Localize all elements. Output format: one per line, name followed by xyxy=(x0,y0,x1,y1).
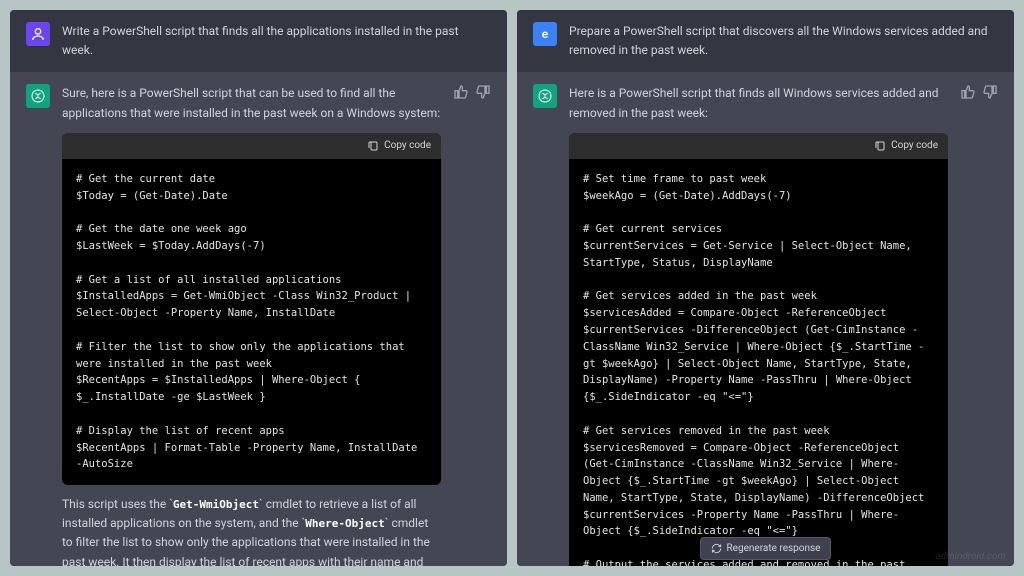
copy-code-label: Copy code xyxy=(891,138,938,154)
assistant-body: Sure, here is a PowerShell script that c… xyxy=(62,84,441,566)
copy-code-button[interactable]: Copy code xyxy=(62,133,441,159)
code-block: Copy code # Get the current date $Today … xyxy=(62,133,441,485)
avatar-letter: e xyxy=(542,27,548,41)
refresh-icon xyxy=(711,543,722,554)
message-actions xyxy=(960,84,998,100)
clipboard-icon xyxy=(874,140,886,152)
message-actions xyxy=(453,84,491,100)
assistant-body: Here is a PowerShell script that finds a… xyxy=(569,84,948,566)
assistant-avatar xyxy=(533,84,557,108)
thumbs-up-icon[interactable] xyxy=(960,84,976,100)
assistant-message: Sure, here is a PowerShell script that c… xyxy=(10,72,507,566)
openai-icon xyxy=(537,88,553,104)
copy-code-label: Copy code xyxy=(384,138,431,154)
assistant-message: Here is a PowerShell script that finds a… xyxy=(517,72,1014,566)
user-prompt-text: Write a PowerShell script that finds all… xyxy=(62,22,491,60)
user-message: Write a PowerShell script that finds all… xyxy=(10,10,507,72)
explanation-para: This script uses the `Get-WmiObject` cmd… xyxy=(62,495,441,566)
code-content[interactable]: # Set time frame to past week $weekAgo =… xyxy=(569,159,948,566)
watermark: admindroid.com xyxy=(935,551,1006,562)
inline-code: Where-Object xyxy=(305,517,384,530)
user-prompt-text: Prepare a PowerShell script that discove… xyxy=(569,22,998,60)
thumbs-up-icon[interactable] xyxy=(453,84,469,100)
user-avatar: e xyxy=(533,22,557,46)
code-content[interactable]: # Get the current date $Today = (Get-Dat… xyxy=(62,159,441,485)
thumbs-down-icon[interactable] xyxy=(475,84,491,100)
chat-panel-left: Write a PowerShell script that finds all… xyxy=(10,10,507,566)
user-avatar xyxy=(26,22,50,46)
assistant-avatar xyxy=(26,84,50,108)
thumbs-down-icon[interactable] xyxy=(982,84,998,100)
openai-icon xyxy=(30,88,46,104)
assistant-intro: Here is a PowerShell script that finds a… xyxy=(569,84,948,122)
inline-code: Get-WmiObject xyxy=(173,498,259,511)
chat-panel-right: e Prepare a PowerShell script that disco… xyxy=(517,10,1014,566)
assistant-intro: Sure, here is a PowerShell script that c… xyxy=(62,84,441,122)
copy-code-button[interactable]: Copy code xyxy=(569,133,948,159)
regenerate-label: Regenerate response xyxy=(727,543,821,554)
person-icon xyxy=(30,26,46,42)
regenerate-button[interactable]: Regenerate response xyxy=(700,537,832,560)
user-message: e Prepare a PowerShell script that disco… xyxy=(517,10,1014,72)
code-block: Copy code # Set time frame to past week … xyxy=(569,133,948,566)
clipboard-icon xyxy=(367,140,379,152)
